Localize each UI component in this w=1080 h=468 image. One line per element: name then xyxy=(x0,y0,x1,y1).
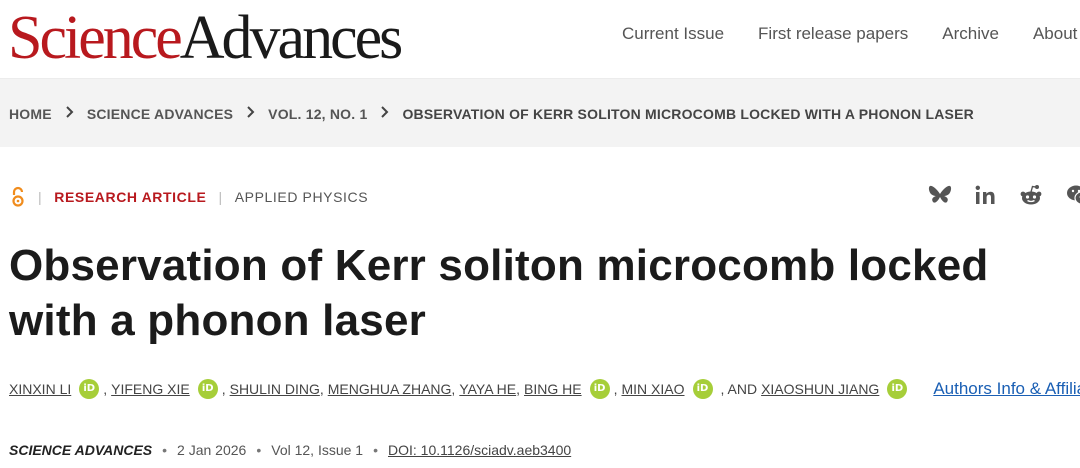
breadcrumb-home[interactable]: HOME xyxy=(9,106,52,122)
author-name[interactable]: SHULIN DING xyxy=(230,381,320,397)
share-icons xyxy=(928,184,1080,211)
separator: , xyxy=(103,381,108,397)
bullet-separator: • xyxy=(162,442,168,458)
breadcrumb-volume[interactable]: VOL. 12, NO. 1 xyxy=(268,106,367,122)
chevron-right-icon xyxy=(380,105,389,122)
orcid-icon[interactable]: iD xyxy=(589,379,610,399)
divider: | xyxy=(218,189,223,205)
nav-first-release-papers[interactable]: First release papers xyxy=(758,24,908,44)
nav-archive[interactable]: Archive xyxy=(942,24,999,44)
article-meta-row: | RESEARCH ARTICLE | APPLIED PHYSICS xyxy=(10,186,368,208)
orcid-icon[interactable]: iD xyxy=(887,379,908,399)
journal-name[interactable]: SCIENCE ADVANCES xyxy=(9,442,152,458)
separator: , xyxy=(516,381,521,397)
author-list: XINXIN LI iD , YIFENG XIE iD , SHULIN DI… xyxy=(9,379,1080,399)
logo-science-text: Science xyxy=(8,4,183,72)
chevron-right-icon xyxy=(246,105,255,122)
volume-issue[interactable]: Vol 12, Issue 1 xyxy=(271,442,363,458)
breadcrumb-current-article: OBSERVATION OF KERR SOLITON MICROCOMB LO… xyxy=(402,105,974,122)
science-advances-logo[interactable]: ScienceAdvances xyxy=(8,2,403,74)
main-nav: Current Issue First release papers Archi… xyxy=(622,24,1080,44)
article-type: RESEARCH ARTICLE xyxy=(54,189,207,205)
breadcrumb-science-advances[interactable]: SCIENCE ADVANCES xyxy=(87,106,233,122)
nav-about[interactable]: About xyxy=(1033,24,1077,44)
author-name[interactable]: MENGHUA ZHANG xyxy=(328,381,452,397)
orcid-icon[interactable]: iD xyxy=(692,379,713,399)
orcid-icon[interactable]: iD xyxy=(79,379,100,399)
logo-advances-text: Advances xyxy=(179,4,403,72)
doi-link[interactable]: DOI: 10.1126/sciadv.aeb3400 xyxy=(388,442,571,458)
publication-date: 2 Jan 2026 xyxy=(177,442,247,458)
site-header: ScienceAdvances Current Issue First rele… xyxy=(0,0,1080,79)
chevron-right-icon xyxy=(65,105,74,122)
orcid-icon[interactable]: iD xyxy=(197,379,218,399)
breadcrumb: HOME SCIENCE ADVANCES VOL. 12, NO. 1 OBS… xyxy=(9,105,974,122)
reddit-icon[interactable] xyxy=(1018,184,1044,211)
breadcrumb-band: HOME SCIENCE ADVANCES VOL. 12, NO. 1 OBS… xyxy=(0,79,1080,147)
separator: , xyxy=(613,381,618,397)
and-separator: , AND xyxy=(720,381,758,397)
wechat-icon[interactable] xyxy=(1066,184,1080,211)
author-name[interactable]: YIFENG XIE xyxy=(111,381,190,397)
article-subject[interactable]: APPLIED PHYSICS xyxy=(235,189,369,205)
separator: , xyxy=(451,381,456,397)
author-name[interactable]: YAYA HE xyxy=(459,381,516,397)
nav-current-issue[interactable]: Current Issue xyxy=(622,24,724,44)
article-title: Observation of Kerr soliton microcomb lo… xyxy=(9,241,989,345)
author-name[interactable]: BING HE xyxy=(524,381,582,397)
bullet-separator: • xyxy=(256,442,262,458)
separator: , xyxy=(319,381,324,397)
separator: , xyxy=(221,381,226,397)
bluesky-icon[interactable] xyxy=(928,184,952,211)
bullet-separator: • xyxy=(373,442,378,458)
open-access-icon xyxy=(10,186,26,208)
authors-info-affiliations-link[interactable]: Authors Info & Affiliations xyxy=(933,379,1080,399)
author-name[interactable]: XINXIN LI xyxy=(9,381,71,397)
author-name[interactable]: XIAOSHUN JIANG xyxy=(761,381,879,397)
citation-line: SCIENCE ADVANCES • 2 Jan 2026 • Vol 12, … xyxy=(9,442,571,458)
divider: | xyxy=(38,189,43,205)
author-name[interactable]: MIN XIAO xyxy=(621,381,684,397)
linkedin-icon[interactable] xyxy=(974,184,996,211)
